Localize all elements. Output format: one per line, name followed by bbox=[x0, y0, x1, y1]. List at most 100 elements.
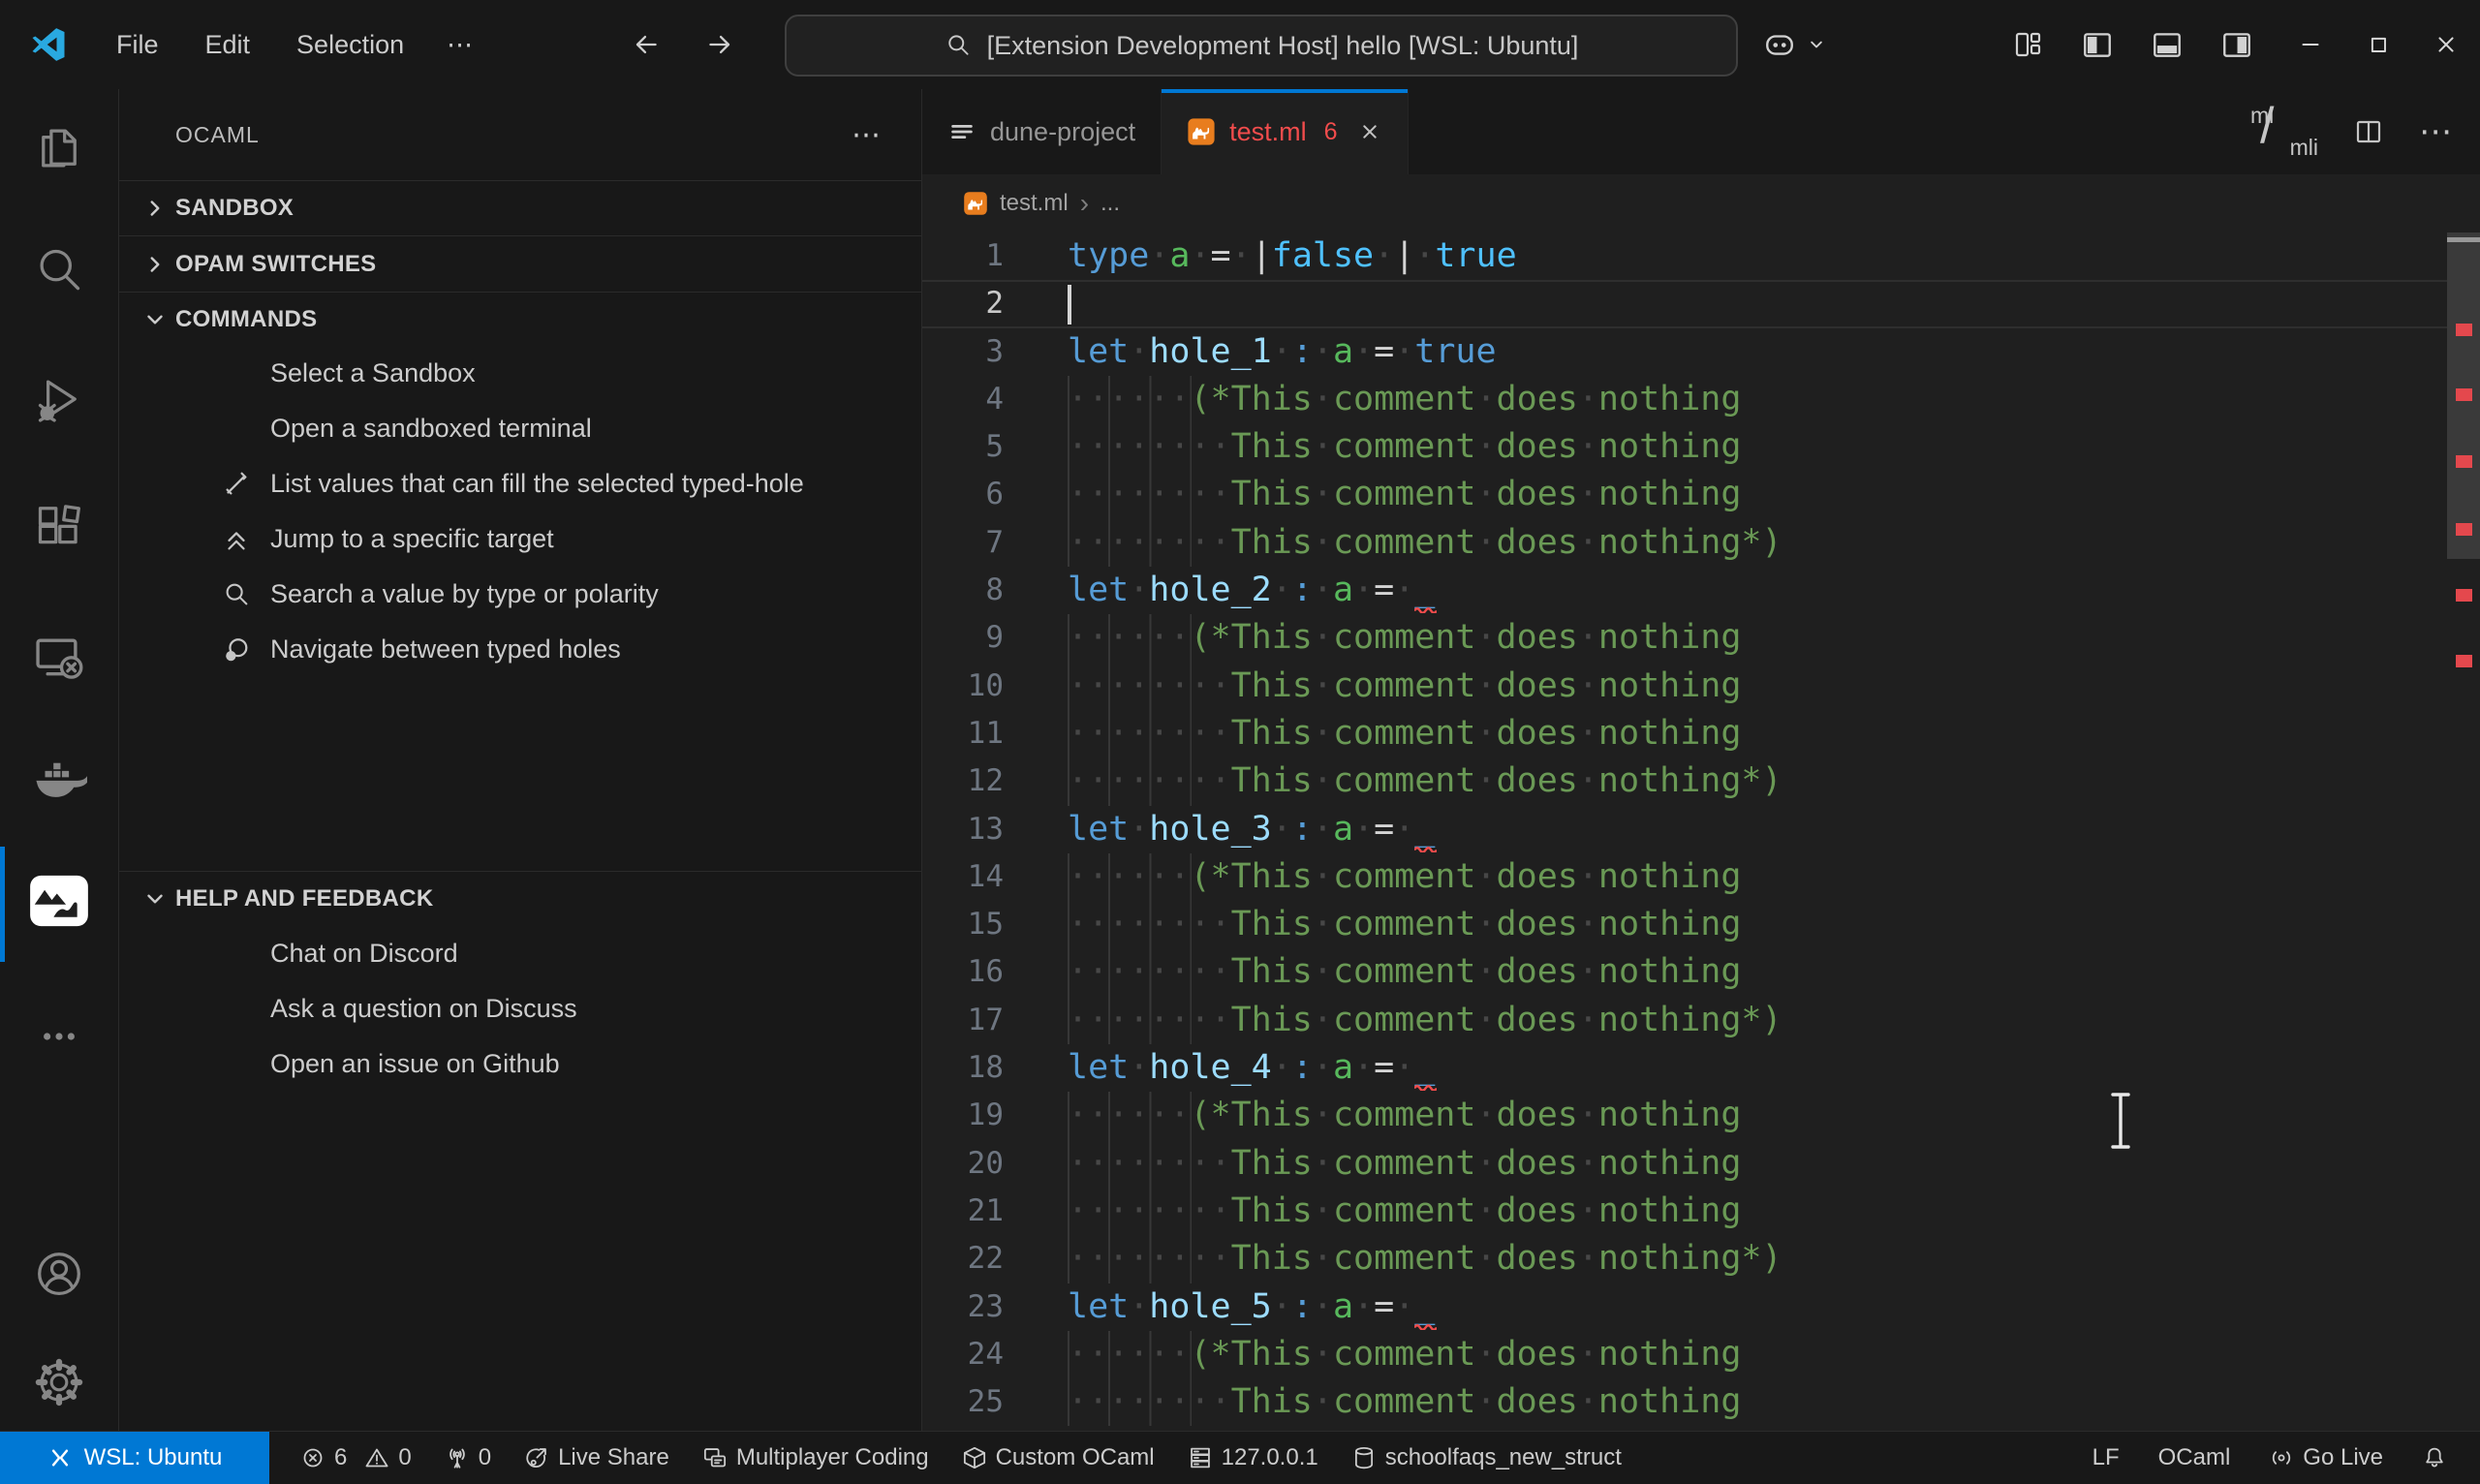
code-editor[interactable]: 1234567891011121314151617181920212223242… bbox=[922, 232, 2480, 1432]
menu-selection[interactable]: Selection bbox=[273, 30, 427, 60]
eol-indicator[interactable]: LF bbox=[2083, 1444, 2129, 1471]
code-line-4[interactable]: ······(*This·comment·does·nothing bbox=[1068, 376, 2441, 423]
code-line-24[interactable]: ······(*This·comment·does·nothing bbox=[1068, 1331, 2441, 1378]
breadcrumb-ellipsis[interactable]: ... bbox=[1100, 190, 1120, 217]
section-header-sandbox[interactable]: SANDBOX bbox=[119, 180, 921, 235]
whitespace-dots: ········ bbox=[1068, 1144, 1231, 1183]
whitespace-dots: · bbox=[1129, 332, 1149, 371]
problems-warnings[interactable]: 0 bbox=[362, 1444, 420, 1471]
code-line-2[interactable] bbox=[1068, 280, 2441, 327]
code-line-10[interactable]: ········This·comment·does·nothing bbox=[1068, 663, 2441, 710]
sidebar-more-actions-button[interactable]: ⋯ bbox=[852, 118, 883, 152]
search-icon bbox=[945, 32, 972, 59]
notifications[interactable] bbox=[2412, 1445, 2457, 1470]
sidebar-item[interactable]: Navigate between typed holes bbox=[119, 622, 921, 677]
problems-errors[interactable]: 6 bbox=[291, 1444, 349, 1471]
forward-arrow-icon[interactable] bbox=[703, 28, 736, 61]
whitespace-dots: · bbox=[1475, 380, 1496, 418]
menu-edit[interactable]: Edit bbox=[182, 30, 274, 60]
activity-item-account[interactable] bbox=[0, 1218, 118, 1330]
activity-item-docker[interactable] bbox=[0, 723, 118, 835]
code-line-20[interactable]: ········This·comment·does·nothing bbox=[1068, 1140, 2441, 1188]
activity-item-search[interactable] bbox=[0, 214, 118, 326]
copilot-icon[interactable] bbox=[1763, 28, 1796, 61]
code-line-21[interactable]: ········This·comment·does·nothing bbox=[1068, 1188, 2441, 1235]
activity-item-run-debug[interactable] bbox=[0, 343, 118, 455]
chevron-down-icon[interactable] bbox=[1804, 32, 1829, 57]
custom-ocaml[interactable]: Custom OCaml bbox=[952, 1444, 1164, 1471]
activity-item-ocaml[interactable] bbox=[0, 845, 118, 957]
sidebar-item[interactable]: Ask a question on Discuss bbox=[119, 981, 921, 1036]
code-line-3[interactable]: let·hole_1·:·a·=·true bbox=[1068, 328, 2441, 376]
activity-item-extensions[interactable] bbox=[0, 472, 118, 584]
close-button[interactable] bbox=[2412, 0, 2480, 89]
language-indicator[interactable]: OCaml bbox=[2149, 1444, 2241, 1471]
whitespace-dots: ········ bbox=[1068, 905, 1231, 943]
split-editor-icon[interactable] bbox=[2353, 116, 2384, 147]
multiplayer-coding[interactable]: Multiplayer Coding bbox=[693, 1444, 939, 1471]
activity-item-settings[interactable] bbox=[0, 1326, 118, 1438]
command-center[interactable]: [Extension Development Host] hello [WSL:… bbox=[785, 15, 1738, 77]
editor-more-actions-button[interactable]: ⋯ bbox=[2419, 112, 2455, 151]
code-line-9[interactable]: ······(*This·comment·does·nothing bbox=[1068, 614, 2441, 662]
code-line-16[interactable]: ········This·comment·does·nothing bbox=[1068, 948, 2441, 996]
sidebar-item[interactable]: List values that can fill the selected t… bbox=[119, 456, 921, 511]
go-live[interactable]: Go Live bbox=[2259, 1444, 2393, 1471]
toggle-secondary-sidebar-icon[interactable] bbox=[2220, 28, 2253, 61]
live-share[interactable]: Live Share bbox=[514, 1444, 679, 1471]
back-arrow-icon[interactable] bbox=[630, 28, 663, 61]
minimize-button[interactable] bbox=[2277, 0, 2344, 89]
code-line-14[interactable]: ······(*This·comment·does·nothing bbox=[1068, 853, 2441, 901]
whitespace-dots: · bbox=[1190, 236, 1210, 275]
section-header-commands[interactable]: COMMANDS bbox=[119, 292, 921, 346]
tab-dune-project[interactable]: dune-project bbox=[922, 89, 1162, 174]
scrollbar[interactable] bbox=[2447, 232, 2480, 1432]
breadcrumb-file[interactable]: test.ml bbox=[1000, 190, 1069, 217]
code-line-11[interactable]: ········This·comment·does·nothing bbox=[1068, 710, 2441, 757]
code-line-18[interactable]: let·hole_4·:·a·=·_ bbox=[1068, 1044, 2441, 1092]
code-line-25[interactable]: ········This·comment·does·nothing bbox=[1068, 1378, 2441, 1426]
code-line-17[interactable]: ········This·comment·does·nothing*) bbox=[1068, 997, 2441, 1044]
remote-indicator[interactable]: WSL: Ubuntu bbox=[0, 1432, 269, 1484]
code-line-1[interactable]: type·a·=·|false·|·true bbox=[1068, 232, 2441, 280]
ml-mli-switch-button[interactable]: ml / mli bbox=[2248, 103, 2318, 161]
code-line-23[interactable]: let·hole_5·:·a·=·_ bbox=[1068, 1283, 2441, 1331]
customize-layout-icon[interactable] bbox=[2013, 29, 2044, 60]
code-line-12[interactable]: ········This·comment·does·nothing*) bbox=[1068, 757, 2441, 805]
toggle-sidebar-icon[interactable] bbox=[2081, 28, 2114, 61]
sidebar-item[interactable]: Search a value by type or polarity bbox=[119, 567, 921, 622]
menu-file[interactable]: File bbox=[93, 30, 182, 60]
sidebar-item[interactable]: Chat on Discord bbox=[119, 926, 921, 981]
code-token: : bbox=[1292, 571, 1313, 609]
code-token: nothing*) bbox=[1598, 1001, 1782, 1039]
whitespace-dots: · bbox=[1313, 475, 1333, 513]
code-line-7[interactable]: ········This·comment·does·nothing*) bbox=[1068, 519, 2441, 567]
sidebar-item[interactable]: Jump to a specific target bbox=[119, 511, 921, 567]
breadcrumb[interactable]: test.ml › ... bbox=[922, 174, 2480, 232]
menubar-more-button[interactable]: ⋯ bbox=[427, 30, 495, 60]
code-line-13[interactable]: let·hole_3·:·a·=·_ bbox=[1068, 806, 2441, 853]
ports[interactable]: 0 bbox=[435, 1444, 501, 1471]
activity-item-remote-explorer[interactable] bbox=[0, 601, 118, 713]
code-line-19[interactable]: ······(*This·comment·does·nothing bbox=[1068, 1092, 2441, 1139]
maximize-button[interactable] bbox=[2344, 0, 2412, 89]
database-name[interactable]: schoolfaqs_new_struct bbox=[1342, 1444, 1631, 1471]
tab-test.ml[interactable]: test.ml6 bbox=[1162, 89, 1408, 174]
whitespace-dots: · bbox=[1272, 1287, 1292, 1326]
activity-item-more[interactable] bbox=[0, 980, 118, 1093]
section-header-opam-switches[interactable]: OPAM SWITCHES bbox=[119, 235, 921, 292]
tab-close-icon[interactable] bbox=[1357, 119, 1382, 144]
section-header-help-and-feedback[interactable]: HELP AND FEEDBACK bbox=[119, 871, 921, 926]
code-line-6[interactable]: ········This·comment·does·nothing bbox=[1068, 471, 2441, 518]
code-line-15[interactable]: ········This·comment·does·nothing bbox=[1068, 901, 2441, 948]
server-address[interactable]: 127.0.0.1 bbox=[1178, 1444, 1328, 1471]
code-line-8[interactable]: let·hole_2·:·a·=·_ bbox=[1068, 567, 2441, 614]
whitespace-dots: · bbox=[1313, 1239, 1333, 1278]
code-line-5[interactable]: ········This·comment·does·nothing bbox=[1068, 423, 2441, 471]
sidebar-item[interactable]: Open an issue on Github bbox=[119, 1036, 921, 1092]
activity-item-explorer[interactable] bbox=[0, 92, 118, 204]
sidebar-item[interactable]: Open a sandboxed terminal bbox=[119, 401, 921, 456]
toggle-panel-icon[interactable] bbox=[2151, 28, 2184, 61]
code-line-22[interactable]: ········This·comment·does·nothing*) bbox=[1068, 1235, 2441, 1283]
sidebar-item[interactable]: Select a Sandbox bbox=[119, 346, 921, 401]
